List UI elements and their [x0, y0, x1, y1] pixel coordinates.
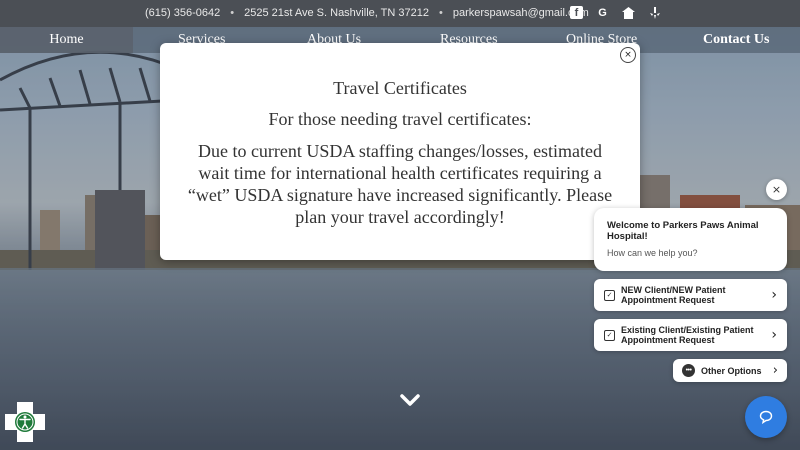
yelp-icon[interactable] — [648, 6, 661, 19]
modal-close-button[interactable]: × — [620, 47, 636, 63]
modal-body-text: Due to current USDA staffing changes/los… — [187, 141, 613, 227]
checkbox-edit-icon: ✓ — [604, 289, 615, 301]
chat-option-label: Existing Client/Existing Patient Appoint… — [621, 325, 754, 345]
travel-certificates-modal: × Travel Certificates For those needing … — [160, 43, 640, 260]
chat-option-existing-client[interactable]: ✓ Existing Client/Existing Patient Appoi… — [594, 319, 787, 351]
accessibility-icon[interactable] — [5, 402, 45, 442]
separator: • — [438, 7, 443, 19]
chevron-right-icon: › — [771, 327, 777, 343]
email-link[interactable]: parkerspawsah@gmail.com — [453, 7, 589, 19]
nav-home[interactable]: Home — [0, 27, 133, 53]
chevron-right-icon: › — [772, 363, 778, 378]
separator: • — [230, 7, 235, 19]
scroll-down-icon[interactable] — [399, 392, 421, 408]
facebook-icon[interactable]: f — [570, 6, 583, 19]
chat-welcome-card: Welcome to Parkers Paws Animal Hospital!… — [594, 208, 787, 271]
chat-bubble-icon — [759, 410, 773, 424]
contact-info: (615) 356-0642 • 2525 21st Ave S. Nashvi… — [145, 7, 589, 19]
chat-close-button[interactable]: × — [766, 179, 787, 200]
chat-other-options[interactable]: ••• Other Options › — [673, 359, 787, 382]
top-info-bar: (615) 356-0642 • 2525 21st Ave S. Nashvi… — [0, 0, 800, 27]
phone-link[interactable]: (615) 356-0642 — [145, 7, 220, 19]
checkbox-edit-icon: ✓ — [604, 329, 615, 341]
chat-welcome-title: Welcome to Parkers Paws Animal Hospital! — [607, 220, 759, 242]
modal-title: Travel Certificates — [333, 78, 467, 98]
social-links: f G — [570, 6, 661, 19]
more-dots-icon: ••• — [682, 364, 695, 377]
nextdoor-icon[interactable] — [622, 6, 635, 19]
chat-option-new-client[interactable]: ✓ NEW Client/NEW Patient Appointment Req… — [594, 279, 787, 311]
google-icon[interactable]: G — [596, 6, 609, 19]
chat-option-label: NEW Client/NEW Patient Appointment Reque… — [621, 285, 726, 305]
modal-subtitle: For those needing travel certificates: — [268, 109, 532, 129]
chat-welcome-subtitle: How can we help you? — [607, 248, 698, 258]
chat-other-label: Other Options — [701, 365, 762, 376]
chevron-right-icon: › — [771, 287, 777, 303]
address-link[interactable]: 2525 21st Ave S. Nashville, TN 37212 — [244, 7, 429, 19]
chat-launcher-button[interactable] — [745, 396, 787, 438]
nav-contact-us[interactable]: Contact Us — [703, 32, 770, 48]
